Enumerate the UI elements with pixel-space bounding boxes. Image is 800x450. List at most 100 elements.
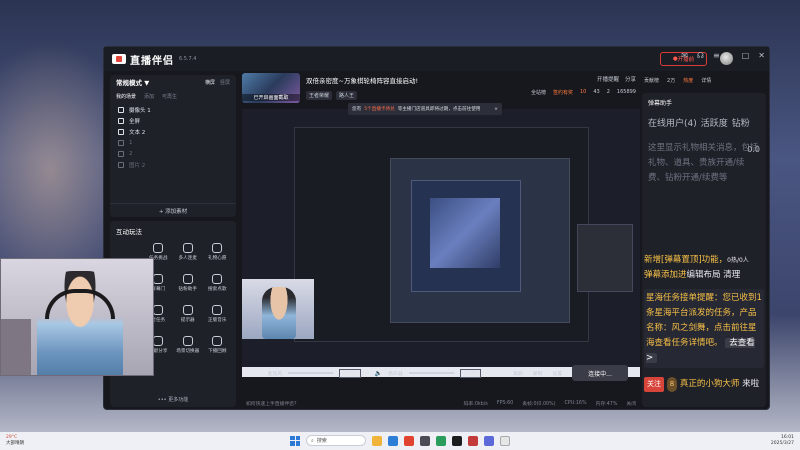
- tool-song-search[interactable]: 搜索点歌: [203, 274, 233, 300]
- app-icon[interactable]: [420, 435, 430, 446]
- landscape-toggle[interactable]: 横屏: [205, 79, 215, 86]
- menu-icon[interactable]: ≡: [713, 51, 720, 60]
- stream-title[interactable]: 双倍亲密度~万象棋轮椅阵容直接启动!: [306, 75, 634, 85]
- scene-tabs: 我的场景 添加 可再生: [110, 89, 236, 104]
- tab-online-users[interactable]: 在线用户(4): [648, 116, 697, 129]
- more-functions-button[interactable]: ••• 更多功能: [110, 396, 236, 403]
- speaker-volume-fill: [408, 372, 454, 374]
- maximize-icon[interactable]: □: [742, 51, 750, 60]
- category-tag[interactable]: 王者荣耀: [306, 91, 333, 100]
- app-icon[interactable]: [436, 435, 446, 446]
- app-icon[interactable]: [468, 435, 478, 446]
- record-button[interactable]: 录制: [533, 370, 543, 377]
- connect-button[interactable]: 连接中...: [572, 365, 628, 381]
- chat-username[interactable]: 真正的小狗大师: [680, 379, 740, 389]
- windows-start-icon[interactable]: [290, 435, 300, 446]
- clock-date: 2025/3/27: [770, 441, 794, 446]
- tooltip-link[interactable]: 5个直播卡待兑: [364, 106, 395, 112]
- app-icon[interactable]: [484, 435, 494, 446]
- category-tag[interactable]: 路人王: [336, 91, 358, 100]
- tool-diamond-fan[interactable]: 钻粉助手: [173, 274, 203, 300]
- mic-volume-value[interactable]: 100%: [339, 368, 361, 378]
- sign-count: 10: [579, 89, 587, 95]
- source-label: 全屏: [129, 118, 141, 125]
- portrait-toggle[interactable]: 竖屏: [220, 79, 230, 86]
- tool-licensed-music[interactable]: 正版音乐: [203, 305, 233, 331]
- status-bar: 如何快速上手直播伴侣? 码率:0kb/s FPS:60 丢帧:0(0.00%) …: [242, 397, 640, 409]
- speaker-icon[interactable]: 🔈: [375, 370, 382, 377]
- source-item[interactable]: 图片 2: [110, 159, 236, 170]
- tooltip-prefix: 您有: [352, 107, 362, 112]
- door-icon: [153, 274, 164, 284]
- tool-multi-mic[interactable]: 多人连麦: [173, 243, 203, 269]
- settings-button[interactable]: 设置: [552, 370, 562, 377]
- fan-level-badge: 8: [666, 377, 678, 392]
- help-link[interactable]: 如何快速上手直播伴侣?: [246, 400, 297, 407]
- beauty-button[interactable]: 美颜: [513, 370, 523, 377]
- system-clock[interactable]: 16:01 2025/3/27: [771, 435, 794, 447]
- danmu-assistant: 弹幕助手 在线用户(4) 活跃度 钻粉 0.0 这里显示礼物相关消息，包括礼物、…: [642, 93, 766, 407]
- file-explorer-icon[interactable]: [372, 435, 382, 446]
- tooltip-close-icon[interactable]: ×: [494, 107, 498, 112]
- shield-icon: [153, 243, 164, 253]
- tool-label: 多人连麦: [178, 256, 197, 261]
- os-taskbar: 29°C 大部晴朗 ⌕ 搜索 16:01 2025/3/27: [0, 432, 800, 450]
- tab-diamond-fans[interactable]: 钻粉: [732, 116, 750, 129]
- taskbar-search[interactable]: ⌕ 搜索: [306, 435, 366, 446]
- source-label: 2: [129, 150, 133, 157]
- mode-selector[interactable]: 常规模式 ▼: [116, 77, 149, 87]
- pin-notice-text: 弹幕添加进: [644, 270, 687, 280]
- source-item[interactable]: 文本 2: [110, 126, 236, 137]
- sign-reward[interactable]: 签约有奖: [553, 89, 573, 96]
- stream-stats: 全站榜 签约有奖 10 43 2 165899: [531, 89, 636, 96]
- tab-renewable[interactable]: 可再生: [162, 93, 177, 100]
- minimize-icon[interactable]: –: [729, 51, 733, 60]
- close-icon[interactable]: ✕: [758, 51, 765, 60]
- gift-stat-value: 0.0: [747, 145, 760, 154]
- contribution-rank[interactable]: 贡献榜: [644, 77, 659, 84]
- source-item[interactable]: 全屏: [110, 115, 236, 126]
- preview-camera-source[interactable]: [242, 279, 314, 339]
- details-link[interactable]: 详情: [701, 77, 711, 84]
- dropped-frames: 丢帧:0(0.00%): [522, 401, 556, 407]
- app-icon[interactable]: [404, 435, 414, 446]
- app-icon[interactable]: [500, 435, 510, 446]
- cpu-usage: CPU:16%: [564, 400, 587, 406]
- stream-preview[interactable]: [242, 109, 640, 377]
- mic-volume-slider[interactable]: [288, 372, 334, 374]
- cover-label: 已开启画面截取: [242, 94, 300, 101]
- live-companion-taskbar-icon[interactable]: [452, 435, 462, 446]
- tool-scene-switcher[interactable]: 场景切换器: [173, 336, 203, 362]
- tab-add[interactable]: 添加: [144, 93, 154, 100]
- mic-icon[interactable]: 🎙: [254, 370, 262, 377]
- weather-widget[interactable]: 29°C 大部晴朗: [6, 435, 24, 447]
- headset-icon[interactable]: ☊: [697, 51, 704, 60]
- scene-panel: 常规模式 ▼ 横屏 竖屏 我的场景 添加 可再生 摄像头 1 全屏 文本 2 1…: [110, 75, 236, 217]
- rank-badge[interactable]: 全站榜: [531, 89, 546, 96]
- add-source-button[interactable]: + 添加素材: [110, 203, 236, 217]
- tool-prompter[interactable]: 提示器: [173, 305, 203, 331]
- message-icon[interactable]: ✉: [681, 51, 688, 60]
- speaker-volume-slider[interactable]: [408, 372, 454, 374]
- image-icon: [118, 161, 124, 168]
- source-item[interactable]: 2: [110, 148, 236, 159]
- system-message-pin: 新增[弹幕置顶]功能，0热/0人 弹幕添加进编辑布局 清理: [644, 253, 764, 283]
- window-controls: ✉ ☊ ≡ – □ ✕: [681, 51, 765, 60]
- speaker-volume-value[interactable]: 100%: [459, 368, 482, 378]
- source-item[interactable]: 1: [110, 137, 236, 148]
- close-status[interactable]: 关闭: [626, 400, 636, 407]
- app-logo-icon: [112, 54, 126, 64]
- edge-icon[interactable]: [388, 435, 398, 446]
- tab-activity[interactable]: 活跃度: [701, 116, 728, 129]
- tool-stream-review[interactable]: 下播回顾: [203, 336, 233, 362]
- source-item[interactable]: 摄像头 1: [110, 104, 236, 115]
- tab-my-scenes[interactable]: 我的场景: [116, 93, 136, 100]
- tool-gift-wish[interactable]: 礼物心愿: [203, 243, 233, 269]
- live-reminder-button[interactable]: 开播提醒: [597, 75, 619, 83]
- pin-notice-actions[interactable]: 编辑布局 清理: [687, 270, 741, 280]
- heat-label[interactable]: 热度: [683, 77, 693, 84]
- live-companion-window: 直播伴侣 6.5.7.4 ● 开播前 ✉ ☊ ≡ – □ ✕ 常规模式 ▼ 横屏…: [103, 46, 770, 410]
- star-task-icon: [153, 305, 164, 315]
- stream-cover[interactable]: 已开启画面截取: [242, 73, 300, 103]
- share-button[interactable]: 分享: [625, 75, 636, 83]
